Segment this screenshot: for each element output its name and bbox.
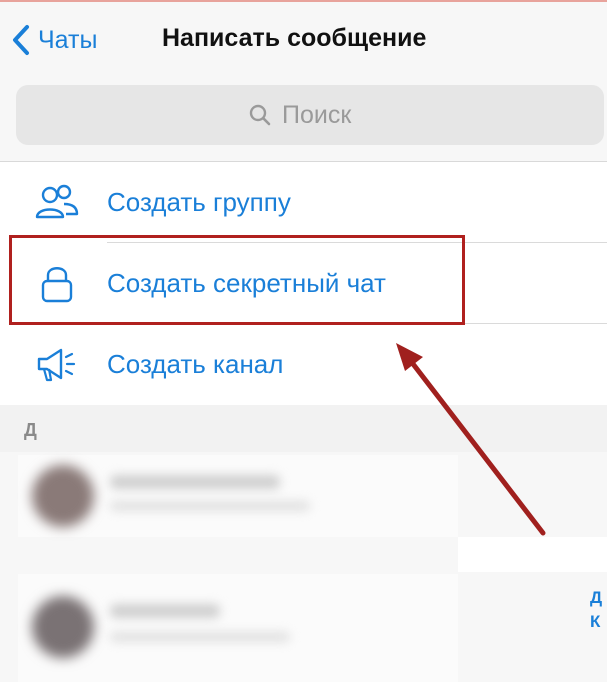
contact-row[interactable] [18, 574, 458, 682]
contact-name-blurred [110, 475, 280, 489]
chevron-left-icon [13, 25, 29, 55]
avatar [32, 465, 94, 527]
lock-icon [34, 261, 80, 307]
search-input[interactable] [282, 100, 372, 130]
divider [458, 537, 607, 572]
index-letter[interactable]: К [590, 612, 600, 632]
contact-status-blurred [110, 632, 290, 642]
search-bar[interactable] [16, 85, 604, 145]
contact-status-blurred [110, 501, 310, 511]
create-group-label: Создать группу [107, 187, 291, 217]
create-group-button[interactable]: Создать группу [0, 162, 607, 243]
index-letter[interactable]: Д [590, 588, 602, 608]
navigation-bar: Чаты Написать сообщение [0, 2, 607, 78]
create-secret-chat-label: Создать секретный чат [107, 268, 386, 298]
new-message-menu: Создать группу Создать секретный чат Соз… [0, 162, 607, 405]
section-header [0, 405, 607, 452]
back-label: Чаты [38, 25, 98, 54]
contact-row[interactable] [18, 455, 458, 537]
create-channel-button[interactable]: Создать канал [0, 324, 607, 405]
megaphone-icon [34, 342, 80, 388]
create-secret-chat-button[interactable]: Создать секретный чат [0, 243, 607, 324]
search-icon [249, 104, 271, 126]
group-icon [34, 180, 80, 226]
side-panel [458, 455, 607, 682]
back-button[interactable]: Чаты [12, 22, 97, 58]
avatar [32, 596, 94, 658]
create-channel-label: Создать канал [107, 349, 284, 379]
page-title: Написать сообщение [162, 24, 427, 52]
contact-name-blurred [110, 604, 220, 618]
section-letter: Д [24, 420, 37, 440]
